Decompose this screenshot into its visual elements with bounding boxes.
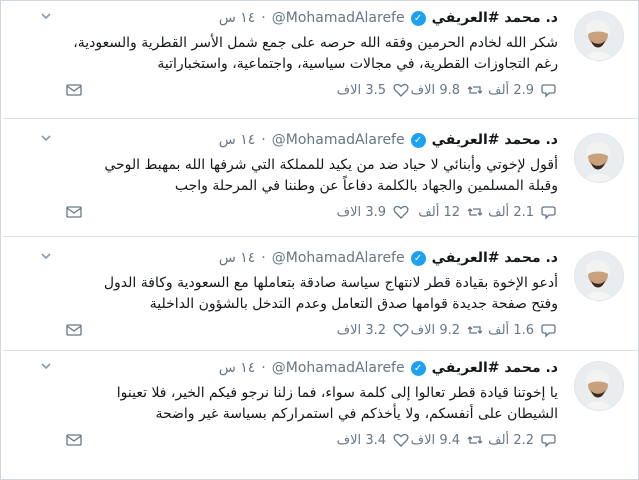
retweet-count: 9.4 الاف — [410, 432, 460, 448]
tweet-time[interactable]: ١٤ س — [219, 250, 256, 266]
like-count: 3.9 الاف — [336, 204, 386, 220]
avatar[interactable] — [574, 251, 624, 301]
tweet-text: شكر الله لخادم الحرمين وفقه الله حرصه عل… — [18, 33, 558, 75]
tweet-time[interactable]: ١٤ س — [219, 10, 256, 26]
reply-count: 1.6 ألف — [488, 322, 534, 338]
heart-icon — [393, 205, 409, 219]
tweet-text: يا إخوتنا قيادة قطر تعالوا إلى كلمة سواء… — [18, 383, 558, 425]
author-name[interactable]: د. محمد #العريفي — [432, 360, 558, 376]
heart-icon — [393, 433, 409, 447]
like-button[interactable]: 3.4 الاف — [336, 431, 410, 449]
reply-icon — [541, 206, 556, 220]
mail-icon[interactable] — [65, 431, 83, 449]
tweet-header: د. محمد #العريفي ✓ @MohamadAlarefe · ١٤ … — [219, 360, 558, 376]
tweet-card[interactable]: د. محمد #العريفي ✓ @MohamadAlarefe · ١٤ … — [3, 125, 638, 237]
author-handle[interactable]: @MohamadAlarefe — [272, 360, 405, 376]
chevron-down-icon[interactable] — [39, 359, 53, 377]
separator-dot: · — [261, 10, 266, 26]
retweet-button[interactable]: 9.4 الاف — [410, 431, 484, 449]
avatar[interactable] — [574, 133, 624, 183]
reply-count: 2.1 ألف — [488, 204, 534, 220]
chevron-down-icon[interactable] — [39, 249, 53, 267]
tweet-text-line: وفتح صفحة جديدة قوامها صدق التعامل وعدم … — [149, 296, 558, 312]
divider — [3, 118, 638, 119]
heart-icon — [393, 323, 409, 337]
chevron-down-icon[interactable] — [39, 9, 53, 27]
separator-dot: · — [261, 250, 266, 266]
like-count: 3.2 الاف — [336, 322, 386, 338]
tweet-time[interactable]: ١٤ س — [219, 360, 256, 376]
verified-badge-icon: ✓ — [410, 360, 426, 376]
verified-badge-icon: ✓ — [410, 250, 426, 266]
tweet-header: د. محمد #العريفي ✓ @MohamadAlarefe · ١٤ … — [219, 250, 558, 266]
retweet-count: 9.8 الاف — [410, 82, 460, 98]
tweet-actions: 2.2 ألف 9.4 الاف 3.4 الاف — [336, 431, 558, 449]
mail-icon[interactable] — [65, 321, 83, 339]
author-handle[interactable]: @MohamadAlarefe — [272, 132, 405, 148]
author-handle[interactable]: @MohamadAlarefe — [272, 250, 405, 266]
retweet-button[interactable]: 12 ألف — [410, 203, 484, 221]
avatar[interactable] — [574, 361, 624, 411]
retweet-icon — [467, 436, 483, 444]
reply-button[interactable]: 2.9 ألف — [484, 81, 558, 99]
avatar[interactable] — [574, 11, 624, 61]
retweet-icon — [467, 86, 483, 94]
tweet-time[interactable]: ١٤ س — [219, 132, 256, 148]
retweet-icon — [467, 208, 483, 216]
tweet-text-line: أقول لإخوتي وأبنائي لا حياد ضد من يكيد ل… — [104, 157, 558, 173]
mail-icon[interactable] — [65, 203, 83, 221]
reply-count: 2.2 ألف — [488, 432, 534, 448]
tweet-actions: 2.1 ألف 12 ألف 3.9 الاف — [336, 203, 558, 221]
like-button[interactable]: 3.5 الاف — [336, 81, 410, 99]
tweet-text: أقول لإخوتي وأبنائي لا حياد ضد من يكيد ل… — [18, 155, 558, 197]
reply-icon — [541, 324, 556, 338]
author-name[interactable]: د. محمد #العريفي — [432, 10, 558, 26]
heart-icon — [393, 83, 409, 97]
tweet-header: د. محمد #العريفي ✓ @MohamadAlarefe · ١٤ … — [219, 132, 558, 148]
author-name[interactable]: د. محمد #العريفي — [432, 250, 558, 266]
verified-badge-icon: ✓ — [410, 10, 426, 26]
tweet-header: د. محمد #العريفي ✓ @MohamadAlarefe · ١٤ … — [219, 10, 558, 26]
tweet-text-line: شكر الله لخادم الحرمين وفقه الله حرصه عل… — [73, 35, 558, 51]
divider — [3, 236, 638, 237]
tweet-card[interactable]: د. محمد #العريفي ✓ @MohamadAlarefe · ١٤ … — [3, 3, 638, 119]
verified-badge-icon: ✓ — [410, 132, 426, 148]
reply-button[interactable]: 2.1 ألف — [484, 203, 558, 221]
retweet-button[interactable]: 9.8 الاف — [410, 81, 484, 99]
like-count: 3.4 الاف — [336, 432, 386, 448]
tweet-text-line: رغم التجاوزات القطرية، في مجالات سياسية،… — [157, 56, 558, 72]
tweet-text-line: يا إخوتنا قيادة قطر تعالوا إلى كلمة سواء… — [116, 385, 558, 401]
reply-icon — [541, 84, 556, 98]
tweet-actions: 2.9 ألف 9.8 الاف 3.5 الاف — [336, 81, 558, 99]
author-name[interactable]: د. محمد #العريفي — [432, 132, 558, 148]
retweet-count: 9.2 الاف — [410, 322, 460, 338]
reply-icon — [541, 434, 556, 448]
retweet-count: 12 ألف — [418, 204, 460, 220]
retweet-icon — [467, 326, 483, 334]
reply-count: 2.9 ألف — [488, 82, 534, 98]
tweet-text-line: الشيطان على أنفسكم، ولا يأخذكم في استمرا… — [155, 406, 558, 422]
reply-button[interactable]: 2.2 ألف — [484, 431, 558, 449]
separator-dot: · — [261, 360, 266, 376]
reply-button[interactable]: 1.6 ألف — [484, 321, 558, 339]
tweet-text-line: أدعو الإخوة بقيادة قطر لانتهاج سياسة صاد… — [103, 275, 558, 291]
mail-icon[interactable] — [65, 81, 83, 99]
author-handle[interactable]: @MohamadAlarefe — [272, 10, 405, 26]
tweet-list: د. محمد #العريفي ✓ @MohamadAlarefe · ١٤ … — [0, 0, 639, 480]
like-button[interactable]: 3.9 الاف — [336, 203, 410, 221]
like-button[interactable]: 3.2 الاف — [336, 321, 410, 339]
tweet-card[interactable]: د. محمد #العريفي ✓ @MohamadAlarefe · ١٤ … — [3, 353, 638, 465]
tweet-actions: 1.6 ألف 9.2 الاف 3.2 الاف — [336, 321, 558, 339]
retweet-button[interactable]: 9.2 الاف — [410, 321, 484, 339]
divider — [3, 350, 638, 351]
chevron-down-icon[interactable] — [39, 131, 53, 149]
tweet-card[interactable]: د. محمد #العريفي ✓ @MohamadAlarefe · ١٤ … — [3, 243, 638, 351]
separator-dot: · — [261, 132, 266, 148]
tweet-text: أدعو الإخوة بقيادة قطر لانتهاج سياسة صاد… — [18, 273, 558, 315]
tweet-text-line: وقبلة المسلمين والجهاد بالكلمة دفاعاً عن… — [174, 178, 558, 194]
like-count: 3.5 الاف — [336, 82, 386, 98]
